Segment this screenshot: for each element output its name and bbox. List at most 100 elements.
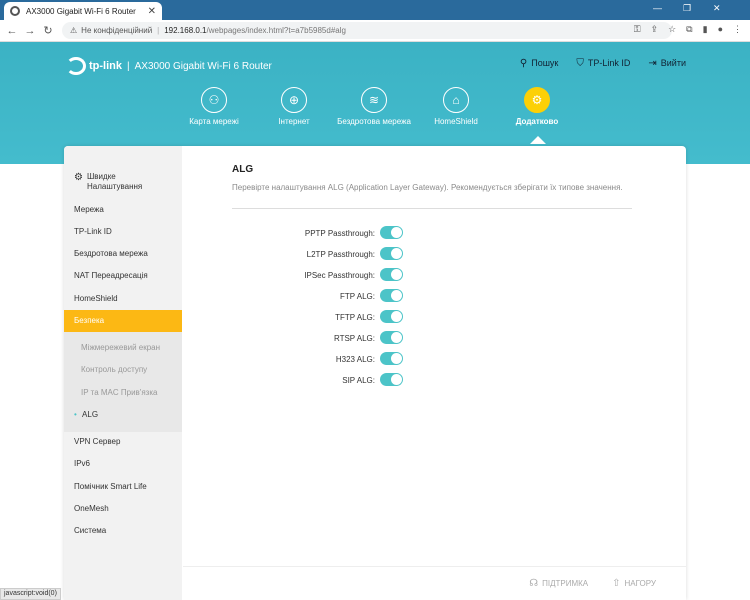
tplink-logo-icon: [66, 57, 86, 75]
forward-icon[interactable]: →: [21, 25, 39, 37]
support-label: ПІДТРИМКА: [542, 579, 589, 588]
toggle-knob: [391, 311, 402, 322]
nav-label: Карта мережі: [189, 117, 239, 126]
support-link[interactable]: ☊ ПІДТРИМКА: [529, 578, 588, 589]
alg-row: RTSP ALG:: [282, 331, 482, 345]
nav-label: Інтернет: [278, 117, 310, 126]
active-dot-icon: •: [74, 410, 77, 419]
tplink-id-link[interactable]: ⛉ TP-Link ID: [576, 58, 630, 69]
nav-advanced[interactable]: ⚙ Додатково: [499, 87, 575, 127]
alg-row: IPSec Passthrough:: [282, 268, 482, 282]
alg-label: RTSP ALG:: [333, 334, 375, 343]
alg-row: TFTP ALG:: [282, 310, 482, 324]
sidebar-item-nat[interactable]: NAT Переадресація: [64, 271, 182, 280]
sidebar-item-smart-life[interactable]: Помічник Smart Life: [64, 482, 182, 491]
sidebar-item-security[interactable]: Безпека: [64, 310, 182, 332]
toggle-knob: [391, 290, 402, 301]
tab-title: AX3000 Gigabit Wi-Fi 6 Router: [26, 6, 136, 16]
key-icon[interactable]: ⚿: [634, 24, 641, 35]
pptp-toggle[interactable]: [380, 226, 403, 239]
star-icon[interactable]: ☆: [668, 24, 676, 35]
alg-row: SIP ALG:: [282, 373, 482, 387]
sidebar-item-quick-setup[interactable]: ⚙ Швидке Налаштування: [64, 172, 182, 192]
window-close-icon[interactable]: ✕: [713, 3, 721, 14]
nav-label: HomeShield: [434, 117, 478, 126]
gear-icon: ⚙: [524, 87, 550, 113]
new-tab-icon[interactable]: +: [153, 1, 161, 17]
reload-icon[interactable]: ↻: [39, 24, 57, 37]
sidebar-subitem-alg[interactable]: • ALG: [64, 410, 182, 419]
sidebar-item-ipv6[interactable]: IPv6: [64, 459, 182, 468]
sidebar-item-onemesh[interactable]: OneMesh: [64, 504, 182, 513]
search-link[interactable]: ⚲ Пошук: [520, 58, 558, 69]
sidebar-item-network[interactable]: Мережа: [64, 205, 182, 214]
extension-icon[interactable]: ⧉: [686, 24, 692, 35]
nav-label: Бездротова мережа: [337, 117, 411, 126]
toggle-knob: [391, 227, 402, 238]
ipsec-toggle[interactable]: [380, 268, 403, 281]
rtsp-alg-toggle[interactable]: [380, 331, 403, 344]
browser-toolbar: ← → ↻ ⚠ Не конфіденційний | 192.168.0.1 …: [0, 20, 750, 42]
favicon-icon: [10, 6, 20, 16]
search-label: Пошук: [531, 58, 559, 68]
profile-icon[interactable]: ●: [718, 24, 723, 35]
url-path[interactable]: /webpages/index.html?t=a7b5985d#alg: [207, 26, 346, 35]
sidebar-item-tplink-id[interactable]: TP-Link ID: [64, 227, 182, 236]
alg-label: L2TP Passthrough:: [306, 250, 375, 259]
address-separator: |: [157, 26, 160, 35]
home-shield-icon: ⌂: [443, 87, 469, 113]
sidebar-subitem-ip-mac-binding[interactable]: IP та MAC Прив'язка: [64, 388, 182, 397]
alg-row: H323 ALG:: [282, 352, 482, 366]
tftp-alg-toggle[interactable]: [380, 310, 403, 323]
back-to-top-link[interactable]: ⇧ НАГОРУ: [612, 578, 656, 589]
not-secure-label[interactable]: Не конфіденційний: [81, 26, 152, 35]
logout-label: Вийти: [660, 58, 686, 68]
nav-label: Додатково: [515, 117, 559, 126]
l2tp-toggle[interactable]: [380, 247, 403, 260]
alg-row: FTP ALG:: [282, 289, 482, 303]
h323-alg-toggle[interactable]: [380, 352, 403, 365]
sidebar-item-label: Швидке Налаштування: [86, 172, 143, 191]
nav-wireless[interactable]: ≋ Бездротова мережа: [336, 87, 412, 127]
globe-icon: ⊕: [281, 87, 307, 113]
page-description: Перевірте налаштування ALG (Application …: [232, 183, 623, 192]
search-icon: ⚲: [519, 58, 528, 69]
nav-pointer: [530, 136, 546, 144]
sidebar-item-system[interactable]: Система: [64, 526, 182, 535]
status-bar: javascript:void(0): [0, 588, 61, 600]
menu-icon[interactable]: ⋮: [733, 24, 742, 35]
warning-icon[interactable]: ⚠: [70, 26, 77, 35]
maximize-icon[interactable]: ❐: [683, 3, 691, 14]
nav-homeshield[interactable]: ⌂ HomeShield: [418, 87, 494, 127]
address-bar[interactable]: ⚠ Не конфіденційний | 192.168.0.1 /webpa…: [62, 22, 672, 39]
toggle-knob: [391, 332, 402, 343]
minimize-icon[interactable]: —: [653, 3, 662, 13]
content-panel: ⚙ Швидке Налаштування Мережа TP-Link ID …: [64, 146, 686, 600]
sip-alg-toggle[interactable]: [380, 373, 403, 386]
logout-link[interactable]: ⇥ Вийти: [648, 58, 686, 69]
nav-network-map[interactable]: ⚇ Карта мережі: [176, 87, 252, 127]
sidebar-subitem-access-control[interactable]: Контроль доступу: [64, 365, 182, 374]
alg-label: FTP ALG:: [340, 292, 375, 301]
logout-icon: ⇥: [648, 58, 657, 69]
sidebar-item-homeshield[interactable]: HomeShield: [64, 294, 182, 303]
arrow-up-icon: ⇧: [612, 578, 621, 589]
main-nav: ⚇ Карта мережі ⊕ Інтернет ≋ Бездротова м…: [0, 87, 750, 147]
model-name: AX3000 Gigabit Wi-Fi 6 Router: [134, 60, 272, 72]
footer-bar: ☊ ПІДТРИМКА ⇧ НАГОРУ: [183, 566, 686, 600]
back-icon[interactable]: ←: [3, 25, 21, 37]
sidebar-item-wireless[interactable]: Бездротова мережа: [64, 249, 182, 258]
sidebar-item-vpn-server[interactable]: VPN Сервер: [64, 437, 182, 446]
alg-label: IPSec Passthrough:: [304, 271, 375, 280]
ftp-alg-toggle[interactable]: [380, 289, 403, 302]
logo-separator: |: [127, 60, 130, 72]
nav-internet[interactable]: ⊕ Інтернет: [256, 87, 332, 127]
url-host[interactable]: 192.168.0.1: [164, 26, 206, 35]
alg-label: PPTP Passthrough:: [304, 229, 375, 238]
sidepanel-icon[interactable]: ▮: [703, 24, 708, 35]
share-icon[interactable]: ⇪: [651, 24, 659, 35]
header-links: ⚲ Пошук ⛉ TP-Link ID ⇥ Вийти: [520, 58, 686, 69]
browser-tab[interactable]: AX3000 Gigabit Wi-Fi 6 Router ✕: [4, 2, 162, 20]
sidebar: ⚙ Швидке Налаштування Мережа TP-Link ID …: [64, 146, 182, 600]
sidebar-subitem-firewall[interactable]: Міжмережевий екран: [64, 343, 182, 352]
